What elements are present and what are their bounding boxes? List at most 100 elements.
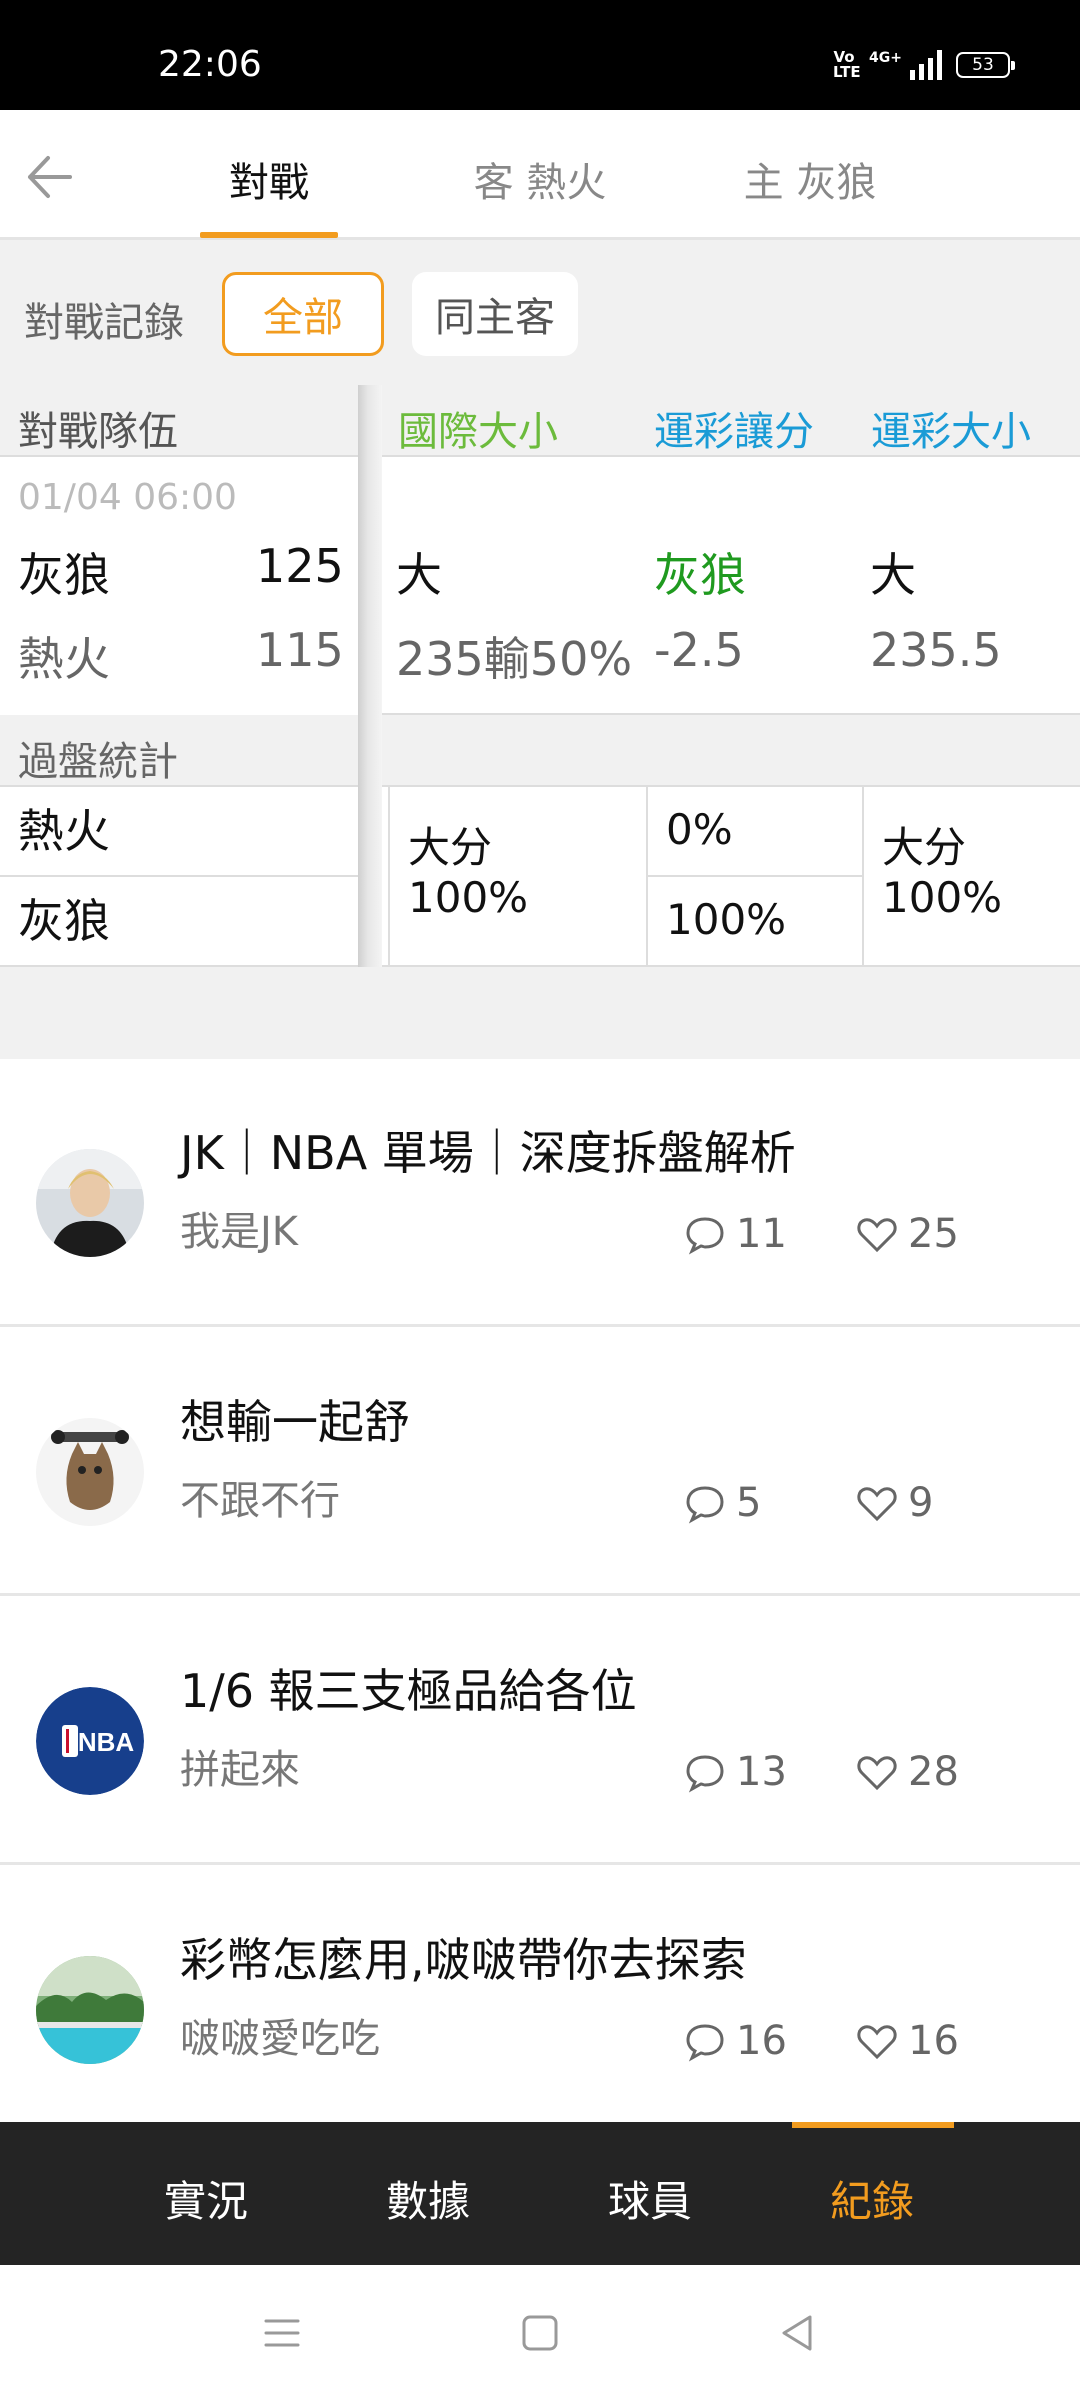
filter-all-chip[interactable]: 全部 bbox=[222, 272, 384, 356]
comment-count[interactable]: 13 bbox=[684, 1749, 787, 1795]
stats-spread-bottom: 100% bbox=[666, 895, 787, 944]
stats-intl-value: 大分 100% bbox=[408, 823, 529, 922]
spread-line: -2.5 bbox=[654, 623, 744, 677]
heart-icon bbox=[857, 2025, 897, 2060]
comment-count-value: 5 bbox=[736, 1480, 762, 1526]
stats-label: 過盤統計 bbox=[18, 739, 178, 785]
header-teams: 對戰隊伍 bbox=[18, 409, 178, 455]
frozen-column-shadow bbox=[358, 385, 382, 967]
tab-underline bbox=[200, 232, 338, 238]
tab-matchup[interactable]: 對戰 bbox=[200, 150, 338, 208]
nav-records[interactable]: 紀錄 bbox=[802, 2168, 942, 2229]
stats-table: 熱火 灰狼 大分 100% 0% 100% 大分 100% bbox=[0, 787, 1080, 967]
comment-count-value: 16 bbox=[736, 2018, 787, 2064]
nba-logo-avatar: NBA bbox=[36, 1687, 144, 1795]
like-count[interactable]: 9 bbox=[856, 1480, 933, 1526]
tab-home-team[interactable]: 主 灰狼 bbox=[720, 150, 900, 208]
back-arrow-icon[interactable] bbox=[22, 152, 74, 202]
nba-logo-text: NBA bbox=[78, 1727, 135, 1757]
post-title: 想輸一起舒 bbox=[180, 1395, 410, 1449]
top-tab-bar: 對戰 客 熱火 主 灰狼 bbox=[0, 110, 1080, 240]
nav-active-indicator bbox=[792, 2122, 954, 2128]
signal-icon bbox=[910, 50, 942, 80]
spread-result: 灰狼 bbox=[654, 548, 746, 602]
like-count-value: 28 bbox=[908, 1749, 959, 1795]
comment-count[interactable]: 11 bbox=[684, 1211, 787, 1257]
back-triangle-icon[interactable] bbox=[768, 2303, 828, 2363]
comment-count[interactable]: 5 bbox=[684, 1480, 761, 1526]
like-count-value: 25 bbox=[908, 1211, 959, 1257]
intl-line: 235輸50% bbox=[396, 632, 633, 686]
post-author: 拼起來 bbox=[180, 1747, 300, 1793]
bottom-nav: 實況 數據 球員 紀錄 bbox=[0, 2122, 1080, 2265]
stats-header: 過盤統計 bbox=[0, 715, 1080, 787]
post-author: 啵啵愛吃吃 bbox=[180, 2016, 380, 2062]
divider bbox=[388, 787, 390, 965]
total-result: 大 bbox=[870, 548, 916, 602]
nav-live[interactable]: 實況 bbox=[136, 2168, 276, 2229]
like-count[interactable]: 25 bbox=[856, 1211, 959, 1257]
menu-icon[interactable] bbox=[252, 2303, 312, 2363]
post-item[interactable]: JK｜NBA 單場｜深度拆盤解析 我是JK 11 25 bbox=[0, 1059, 1080, 1327]
heart-icon bbox=[857, 1487, 897, 1522]
comment-icon bbox=[686, 1217, 724, 1255]
away-team-score: 115 bbox=[256, 623, 344, 677]
header-intl-total: 國際大小 bbox=[398, 409, 558, 455]
away-team-name: 熱火 bbox=[18, 632, 110, 686]
match-row: 01/04 06:00 灰狼 125 熱火 115 大 235輸50% 灰狼 -… bbox=[0, 457, 1080, 715]
filter-label: 對戰記錄 bbox=[24, 300, 184, 346]
home-team-score: 125 bbox=[256, 539, 344, 593]
post-item[interactable]: 想輸一起舒 不跟不行 5 9 bbox=[0, 1328, 1080, 1596]
stats-spread-top: 0% bbox=[666, 805, 733, 854]
comment-icon bbox=[686, 1486, 724, 1524]
home-team-name: 灰狼 bbox=[18, 548, 110, 602]
stats-team-away: 熱火 bbox=[18, 804, 110, 858]
comment-count[interactable]: 16 bbox=[684, 2018, 787, 2064]
tab-away-team[interactable]: 客 熱火 bbox=[450, 150, 630, 208]
comment-count-value: 13 bbox=[736, 1749, 787, 1795]
header-total: 運彩大小 bbox=[871, 409, 1031, 455]
pool-avatar bbox=[36, 1956, 144, 2064]
filter-row: 對戰記錄 全部 同主客 bbox=[0, 240, 1080, 385]
post-item[interactable]: NBA 1/6 報三支極品給各位 拼起來 13 28 bbox=[0, 1597, 1080, 1865]
system-nav-bar bbox=[0, 2265, 1080, 2400]
network-type: 4G+ bbox=[869, 50, 902, 66]
like-count-value: 9 bbox=[908, 1480, 934, 1526]
home-icon[interactable] bbox=[510, 2303, 570, 2363]
person-avatar bbox=[36, 1149, 144, 1257]
heart-icon bbox=[857, 1756, 897, 1791]
post-item[interactable]: 彩幣怎麼用,啵啵帶你去探索 啵啵愛吃吃 16 16 bbox=[0, 1866, 1080, 2122]
intl-result: 大 bbox=[396, 548, 442, 602]
match-date: 01/04 06:00 bbox=[18, 477, 237, 518]
post-author: 不跟不行 bbox=[180, 1478, 340, 1524]
post-author: 我是JK bbox=[180, 1209, 299, 1255]
status-bar: 22:06 Vo LTE 4G+ 53 bbox=[0, 0, 1080, 110]
battery-icon: 53 bbox=[956, 52, 1015, 78]
comment-icon bbox=[686, 1755, 724, 1793]
filter-same-home-away-chip[interactable]: 同主客 bbox=[412, 272, 578, 356]
match-teams-cell: 01/04 06:00 灰狼 125 熱火 115 bbox=[0, 457, 360, 715]
post-title: 1/6 報三支極品給各位 bbox=[180, 1664, 637, 1718]
section-gap bbox=[0, 967, 1080, 1059]
cat-avatar bbox=[36, 1418, 144, 1526]
status-icons: Vo LTE 4G+ 53 bbox=[833, 48, 1015, 81]
post-title: 彩幣怎麼用,啵啵帶你去探索 bbox=[180, 1933, 747, 1987]
header-spread: 運彩讓分 bbox=[654, 409, 814, 455]
like-count-value: 16 bbox=[908, 2018, 959, 2064]
stats-total-value: 大分 100% bbox=[882, 823, 1003, 922]
comment-icon bbox=[686, 2024, 724, 2062]
stats-team-home: 灰狼 bbox=[18, 894, 110, 948]
post-title: JK｜NBA 單場｜深度拆盤解析 bbox=[180, 1126, 796, 1180]
divider bbox=[648, 875, 862, 877]
total-line: 235.5 bbox=[870, 623, 1002, 677]
status-time: 22:06 bbox=[158, 44, 262, 85]
like-count[interactable]: 28 bbox=[856, 1749, 959, 1795]
divider bbox=[862, 787, 864, 965]
nav-stats[interactable]: 數據 bbox=[358, 2168, 498, 2229]
like-count[interactable]: 16 bbox=[856, 2018, 959, 2064]
table-header: 對戰隊伍 國際大小 運彩讓分 運彩大小 bbox=[0, 385, 1080, 457]
volte-icon: Vo LTE bbox=[833, 48, 861, 81]
comment-count-value: 11 bbox=[736, 1211, 787, 1257]
nav-players[interactable]: 球員 bbox=[580, 2168, 720, 2229]
heart-icon bbox=[857, 1218, 897, 1253]
